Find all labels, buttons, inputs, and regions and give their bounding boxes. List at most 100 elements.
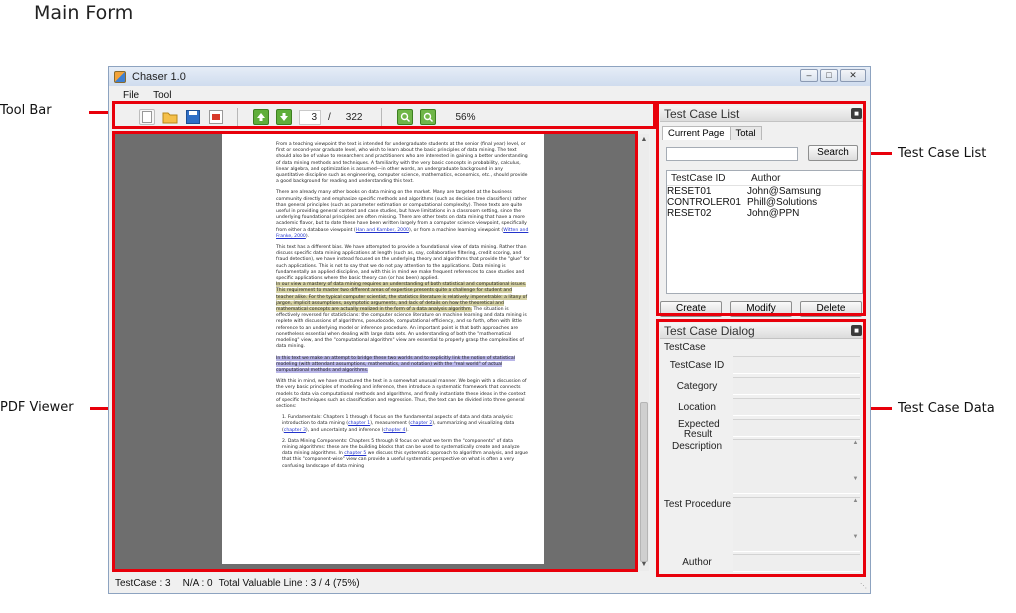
pdf-list-item: 2. Data Mining Components: Chapters 5 th… xyxy=(276,439,530,470)
testcase-group-label: TestCase xyxy=(664,342,706,353)
delete-button[interactable]: Delete xyxy=(800,301,862,317)
scroll-down-icon[interactable]: ▼ xyxy=(638,559,649,571)
pdf-chapter-link[interactable]: chapter 3 xyxy=(284,428,306,433)
new-file-button[interactable] xyxy=(139,109,155,125)
menu-bar: File Tool xyxy=(109,87,870,103)
pdf-highlight-selected[interactable]: In this text we make an attempt to bridg… xyxy=(276,355,515,373)
test-case-data-callout: Test Case Data xyxy=(898,401,995,416)
search-input[interactable] xyxy=(666,147,798,161)
toolbar: 3 / 322 56% xyxy=(113,105,653,129)
pdf-paragraph: This text has a different bias. We have … xyxy=(276,245,530,350)
tab-current-page[interactable]: Current Page xyxy=(662,126,731,140)
status-bar: TestCase : 3 N/A : 0 Total Valuable Line… xyxy=(113,575,863,592)
test-case-list-panel: Test Case List ■ Current Page Total Sear… xyxy=(660,106,865,317)
create-button[interactable]: Create xyxy=(660,301,722,317)
cell-author: John@PPN xyxy=(747,208,800,219)
current-page-input[interactable]: 3 xyxy=(299,109,321,125)
save-icon xyxy=(186,110,200,124)
cell-author: Phill@Solutions xyxy=(747,197,818,208)
pdf-vertical-scrollbar[interactable]: ▲ ▼ xyxy=(637,134,649,571)
pdf-list-item: 1. Fundamentals: Chapters 1 through 4 fo… xyxy=(276,415,530,434)
description-scrollbar[interactable]: ▲ ▼ xyxy=(851,440,860,493)
maximize-button[interactable]: □ xyxy=(820,69,838,82)
zoom-in-button[interactable] xyxy=(397,109,414,125)
location-label: Location xyxy=(678,402,716,413)
modify-button[interactable]: Modify xyxy=(730,301,792,317)
table-row[interactable]: RESET02 John@PPN xyxy=(667,208,862,219)
test-case-listview[interactable]: TestCase ID Author RESET01 John@Samsung … xyxy=(666,170,863,294)
pdf-icon xyxy=(209,110,223,124)
testcase-id-label: TestCase ID xyxy=(669,360,725,371)
pdf-viewer-callout: PDF Viewer xyxy=(0,400,74,415)
resize-grip-icon[interactable]: ⋱ xyxy=(860,583,868,591)
pdf-viewer[interactable]: From a teaching viewpoint the text is in… xyxy=(115,134,649,571)
pdf-button[interactable] xyxy=(208,109,224,125)
expected-result-label: Expected Result xyxy=(678,419,720,440)
category-field[interactable] xyxy=(733,377,860,395)
pdf-chapter-link[interactable]: chapter 1 xyxy=(348,421,370,426)
lock-icon[interactable]: ■ xyxy=(851,325,862,336)
pdf-text: ), or from a machine learning viewpoint … xyxy=(408,227,504,233)
status-valuable-lines: Total Valuable Line : 3 / 4 (75%) xyxy=(218,578,360,589)
test-procedure-label: Test Procedure xyxy=(663,499,732,510)
open-button[interactable] xyxy=(162,109,178,125)
table-row[interactable]: CONTROLER01 Phill@Solutions xyxy=(667,197,862,208)
pdf-text: ). xyxy=(405,427,409,433)
tool-bar-callout: Tool Bar xyxy=(0,103,52,118)
pdf-chapter-link[interactable]: chapter 2 xyxy=(410,421,432,426)
zoom-out-button[interactable] xyxy=(420,109,437,125)
status-na-count: N/A : 0 xyxy=(182,578,213,589)
test-case-dialog-title: Test Case Dialog xyxy=(664,324,755,338)
app-icon xyxy=(114,70,126,83)
author-field[interactable] xyxy=(733,554,860,572)
description-field[interactable]: ▲ ▼ xyxy=(733,439,860,494)
page-up-icon xyxy=(257,113,265,121)
page-down-button[interactable] xyxy=(276,109,292,125)
pdf-paragraph: With this in mind, we have structured th… xyxy=(276,379,527,409)
test-procedure-field[interactable]: ▲ ▼ xyxy=(733,497,860,552)
test-case-tabs: Current Page Total xyxy=(662,126,762,140)
cell-testcase-id: CONTROLER01 xyxy=(667,197,741,208)
test-case-dialog-header: Test Case Dialog ■ xyxy=(660,323,865,339)
pdf-chapter-link[interactable]: chapter 5 xyxy=(344,451,366,456)
minimize-button[interactable]: – xyxy=(800,69,818,82)
save-button[interactable] xyxy=(185,109,201,125)
total-pages: 322 xyxy=(345,111,363,123)
pdf-page: From a teaching viewpoint the text is in… xyxy=(222,134,544,564)
location-field[interactable] xyxy=(733,398,860,416)
scroll-up-icon[interactable]: ▲ xyxy=(638,134,649,146)
pdf-chapter-link[interactable]: chapter 4 xyxy=(383,428,405,433)
test-case-dialog-panel: Test Case Dialog ■ TestCase TestCase ID … xyxy=(660,323,865,574)
status-testcase-count: TestCase : 3 xyxy=(115,578,171,589)
table-row[interactable]: RESET01 John@Samsung xyxy=(667,186,862,197)
pdf-citation-link[interactable]: Han and Kamber, 2000 xyxy=(356,228,409,233)
tab-total[interactable]: Total xyxy=(729,126,762,140)
column-author[interactable]: Author xyxy=(747,171,859,185)
pdf-text: ), measurement ( xyxy=(370,421,411,427)
test-procedure-scrollbar[interactable]: ▲ ▼ xyxy=(851,498,860,551)
testcase-id-field[interactable] xyxy=(733,356,860,374)
page-up-button[interactable] xyxy=(253,109,269,125)
page-separator: / xyxy=(328,111,331,123)
close-button[interactable]: ✕ xyxy=(840,69,866,82)
title-bar[interactable]: Chaser 1.0 – □ ✕ xyxy=(109,67,870,86)
lock-icon[interactable]: ■ xyxy=(851,108,862,119)
cell-author: John@Samsung xyxy=(747,186,822,197)
menu-file[interactable]: File xyxy=(123,90,139,101)
column-testcase-id[interactable]: TestCase ID xyxy=(667,171,747,185)
expected-result-field[interactable] xyxy=(733,419,860,437)
search-button[interactable]: Search xyxy=(808,145,858,161)
pdf-text: There are already many other books on da… xyxy=(276,190,527,233)
zoom-level: 56% xyxy=(455,111,476,123)
pdf-text: ), and uncertainty and inference ( xyxy=(305,427,384,433)
page-title: Main Form xyxy=(34,2,134,24)
description-label: Description xyxy=(671,441,723,452)
pdf-text: This text has a different bias. We have … xyxy=(276,245,530,282)
test-case-list-title: Test Case List xyxy=(664,107,740,121)
cell-testcase-id: RESET01 xyxy=(667,186,712,197)
toolbar-separator-2 xyxy=(381,108,383,126)
menu-tool[interactable]: Tool xyxy=(153,90,171,101)
scroll-thumb[interactable] xyxy=(640,402,648,562)
toolbar-separator xyxy=(237,108,238,126)
cell-testcase-id: RESET02 xyxy=(667,208,712,219)
